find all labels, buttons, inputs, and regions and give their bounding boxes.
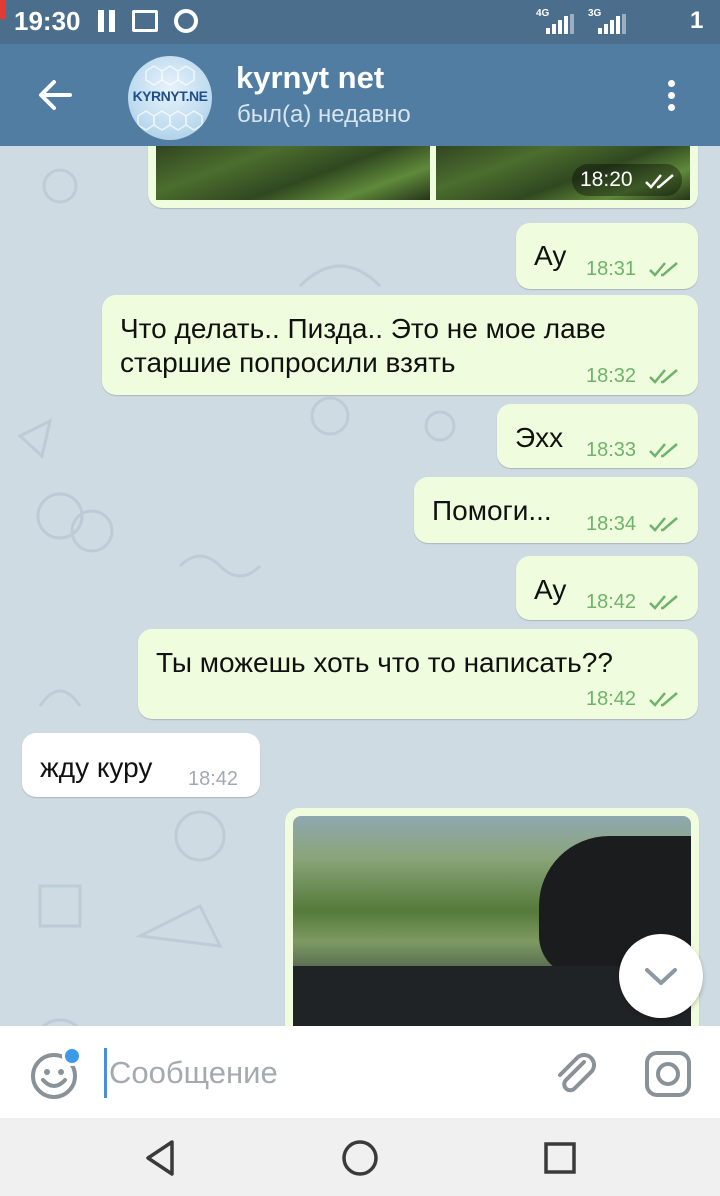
chat-area[interactable]: 18:20 Ау 18:31 Что делать.. Пизда.. Это …: [0, 146, 720, 1026]
message-text: жду куру: [40, 752, 153, 783]
nav-home-button[interactable]: [338, 1136, 382, 1180]
message-text: Ау: [534, 240, 567, 271]
scroll-down-button[interactable]: [619, 934, 703, 1018]
message-time: 18:33: [586, 439, 637, 461]
message-bubble-outgoing[interactable]: Эхх 18:33: [497, 404, 698, 468]
attach-button[interactable]: [550, 1048, 602, 1100]
message-text: Ты можешь хоть что то написать??: [156, 647, 613, 678]
nav-recents-button[interactable]: [538, 1136, 582, 1180]
system-nav-bar: [0, 1118, 720, 1196]
message-bubble-outgoing[interactable]: Помоги... 18:34: [414, 477, 698, 543]
photo-message-time: 18:20: [580, 168, 633, 191]
emoji-notification-dot: [62, 1046, 82, 1066]
double-check-icon: [649, 595, 678, 610]
chat-header: KYRNYT.NE kyrnyt net был(а) недавно: [0, 44, 720, 146]
paperclip-icon: [558, 1053, 596, 1093]
signal-4g-icon: 4G: [536, 8, 574, 34]
camera-icon: [645, 1051, 691, 1097]
status-bar: 19:30 4G 3G 1: [0, 0, 720, 44]
chrome-icon: [174, 9, 198, 33]
double-check-icon: [649, 369, 678, 384]
message-time: 18:42: [586, 591, 637, 613]
message-text: Ау: [534, 574, 567, 605]
image-icon: [132, 10, 158, 32]
message-bubble-outgoing[interactable]: Что делать.. Пизда.. Это не мое лаве ста…: [102, 295, 698, 395]
chevron-down-icon: [645, 968, 677, 985]
camera-button[interactable]: [642, 1048, 694, 1100]
message-text: Эхх: [515, 422, 564, 453]
recents-square-icon: [544, 1142, 576, 1174]
battery-level: 1: [690, 7, 704, 34]
message-time: 18:34: [586, 513, 637, 535]
chat-status: был(а) недавно: [237, 101, 411, 128]
double-check-icon: [649, 443, 678, 458]
message-bubble-incoming[interactable]: жду куру 18:42: [22, 733, 260, 797]
message-text-line: Что делать.. Пизда.. Это не мое лаве: [120, 313, 606, 344]
message-input[interactable]: [104, 1048, 524, 1098]
double-check-icon: [649, 517, 678, 532]
back-triangle-icon: [146, 1140, 174, 1176]
message-time: 18:31: [586, 258, 637, 280]
double-check-icon: [645, 174, 674, 189]
double-check-icon: [649, 262, 678, 277]
signal-3g-icon: 3G: [588, 8, 626, 34]
message-time: 18:32: [586, 365, 637, 387]
home-circle-icon: [342, 1140, 378, 1176]
message-bubble-outgoing[interactable]: Ты можешь хоть что то написать?? 18:42: [138, 629, 698, 719]
message-bubble-outgoing[interactable]: Ау 18:31: [516, 223, 698, 289]
photo-thumbnail[interactable]: [156, 146, 430, 200]
message-input-bar: [0, 1026, 720, 1118]
battery-icon: [0, 0, 6, 20]
double-check-icon: [649, 692, 678, 707]
message-time: 18:42: [586, 688, 637, 710]
message-time: 18:42: [188, 768, 239, 790]
back-arrow-icon: [39, 80, 72, 110]
back-button[interactable]: [30, 70, 80, 120]
chat-title[interactable]: kyrnyt net: [236, 60, 384, 96]
avatar-logo-text: KYRNYT.NE: [132, 88, 208, 104]
nav-back-button[interactable]: [138, 1136, 182, 1180]
more-menu-button[interactable]: [660, 76, 684, 116]
message-text-line: старшие попросили взять: [120, 347, 456, 378]
message-text: Помоги...: [432, 495, 552, 526]
pause-icon: [98, 10, 116, 32]
avatar[interactable]: KYRNYT.NE: [128, 56, 212, 140]
message-bubble-outgoing[interactable]: Ау 18:42: [516, 556, 698, 620]
status-time: 19:30: [14, 6, 81, 36]
